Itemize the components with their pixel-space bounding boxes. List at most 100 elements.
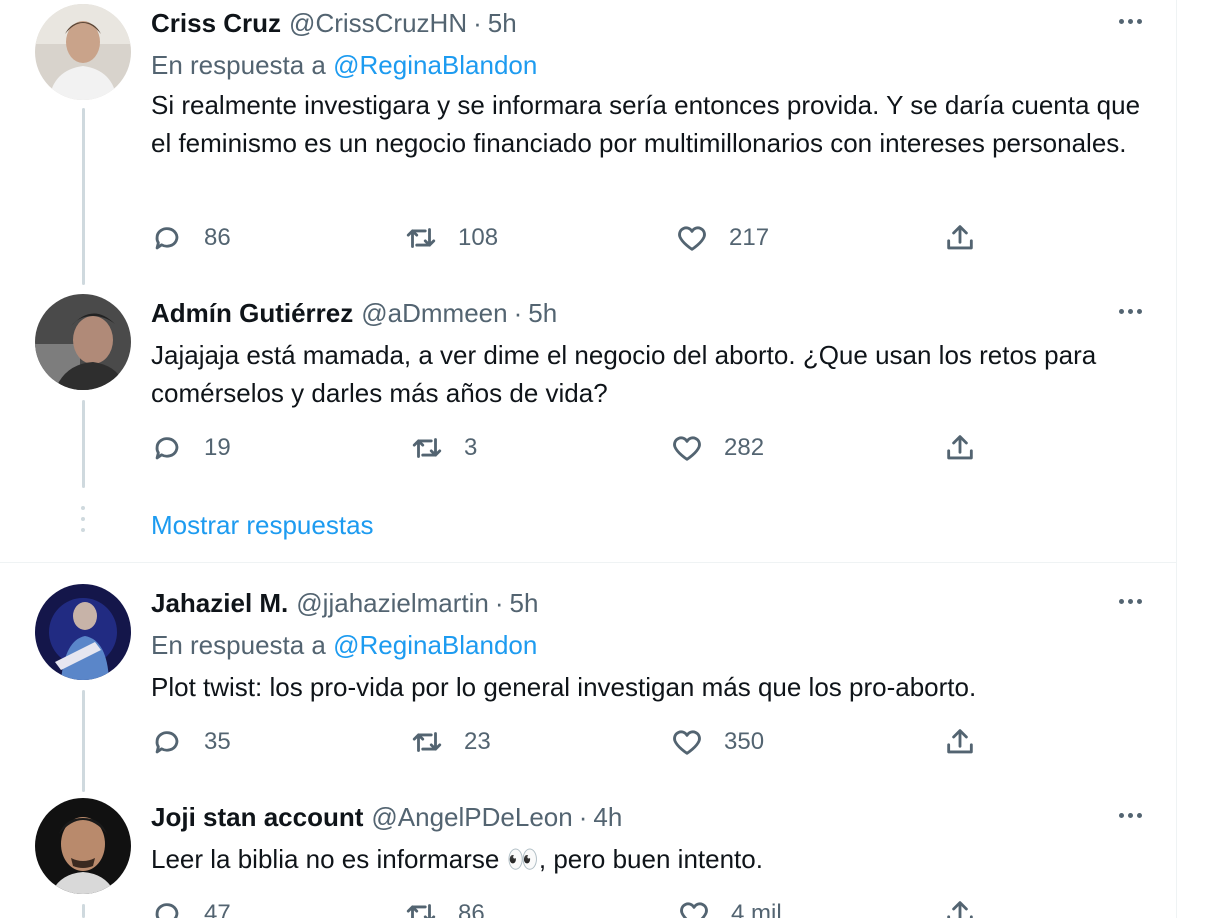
tweet-header: Jahaziel M. @jjahazielmartin · 5h [151, 586, 538, 620]
more-icon[interactable] [1110, 4, 1150, 38]
more-icon[interactable] [1110, 798, 1150, 832]
avatar-image [35, 584, 131, 680]
show-replies-link[interactable]: Mostrar respuestas [151, 508, 374, 542]
timestamp[interactable]: 5h [510, 588, 539, 618]
like-count: 282 [724, 434, 765, 461]
share-button[interactable] [943, 894, 977, 918]
avatar[interactable] [35, 798, 131, 894]
tweet-actions: 19 3 282 [150, 428, 1010, 468]
reply-button[interactable]: 19 [150, 428, 231, 468]
reply-count: 47 [204, 900, 231, 918]
thread-line [82, 400, 85, 488]
heart-icon [680, 902, 708, 918]
tweet[interactable]: Criss Cruz @CrissCruzHN · 5h En respuesta a… [0, 0, 1177, 285]
more-icon[interactable] [1110, 294, 1150, 328]
tweet-header: Criss Cruz @CrissCruzHN · 5h [151, 6, 517, 40]
reply-count: 86 [204, 224, 231, 251]
tweet-actions: 35 23 350 [150, 722, 1010, 762]
reply-context: En respuesta a @ReginaBlandon [151, 628, 537, 662]
reply-icon [155, 227, 179, 250]
retweet-button[interactable]: 23 [410, 722, 491, 762]
like-button[interactable]: 282 [670, 428, 764, 468]
reply-count: 35 [204, 728, 231, 755]
tweet-actions: 86 108 217 [150, 218, 1010, 258]
heart-icon [673, 730, 701, 755]
page-margin [1177, 0, 1223, 918]
separator-dot: · [578, 802, 588, 832]
retweet-icon [412, 732, 442, 752]
display-name[interactable]: Admín Gutiérrez [151, 298, 353, 328]
tweet[interactable]: Joji stan account @AngelPDeLeon · 4h Leer l… [0, 796, 1177, 918]
reply-mention-link[interactable]: @ReginaBlandon [333, 630, 537, 660]
retweet-count: 23 [464, 728, 491, 755]
tweet-text: Plot twist: los pro-vida por lo general … [151, 672, 977, 702]
timestamp[interactable]: 5h [488, 8, 517, 38]
share-icon [947, 901, 973, 918]
display-name[interactable]: Joji stan account [151, 802, 363, 832]
separator-dot: · [473, 8, 482, 38]
share-button[interactable] [943, 428, 977, 468]
reply-icon [155, 731, 179, 754]
timestamp[interactable]: 5h [528, 298, 557, 328]
separator-dot: · [513, 298, 523, 328]
like-count: 217 [729, 224, 770, 251]
thread-line [82, 904, 85, 918]
share-icon [947, 435, 973, 460]
username[interactable]: @jjahazielmartin [296, 588, 489, 618]
reply-icon [155, 903, 179, 918]
thread-line [82, 690, 85, 792]
username[interactable]: @AngelPDeLeon [371, 802, 572, 832]
retweet-icon [406, 904, 436, 918]
like-button[interactable]: 4 mil [677, 894, 782, 918]
display-name[interactable]: Criss Cruz [151, 8, 281, 38]
reply-mention-link[interactable]: @ReginaBlandon [333, 50, 537, 80]
retweet-icon [412, 438, 442, 458]
reply-prefix: En respuesta a [151, 50, 326, 80]
retweet-count: 108 [458, 224, 499, 251]
reply-icon [155, 437, 179, 460]
reply-prefix: En respuesta a [151, 630, 326, 660]
avatar[interactable] [35, 4, 131, 100]
retweet-count: 86 [458, 900, 485, 918]
tweet-text: Leer la biblia no es informarse 👀, pero … [151, 844, 763, 874]
reply-context: En respuesta a @ReginaBlandon [151, 48, 537, 82]
retweet-button[interactable]: 86 [404, 894, 485, 918]
thread-divider [0, 562, 1177, 563]
share-icon [947, 225, 973, 250]
like-button[interactable]: 350 [670, 722, 764, 762]
username[interactable]: @CrissCruzHN [289, 8, 467, 38]
reply-button[interactable]: 47 [150, 894, 231, 918]
timestamp[interactable]: 4h [593, 802, 622, 832]
tweet-header: Joji stan account @AngelPDeLeon · 4h [151, 800, 622, 834]
tweet-actions: 47 86 4 mil [150, 894, 1010, 918]
tweet-text: Jajajaja está mamada, a ver dime el nego… [151, 340, 1097, 408]
like-count: 350 [724, 728, 765, 755]
separator-dot: · [494, 588, 504, 618]
tweet-header: Admín Gutiérrez @aDmmeen · 5h [151, 296, 557, 330]
tweet-text: Si realmente investigara y se informara … [151, 90, 1141, 158]
thread-continuation-dots [80, 506, 86, 539]
tweet-timeline: Criss Cruz @CrissCruzHN · 5h En respuesta a… [0, 0, 1177, 918]
retweet-icon [406, 228, 436, 248]
more-icon[interactable] [1110, 584, 1150, 618]
reply-count: 19 [204, 434, 231, 461]
like-count: 4 mil [731, 900, 782, 918]
username[interactable]: @aDmmeen [361, 298, 507, 328]
share-button[interactable] [943, 722, 977, 762]
retweet-count: 3 [464, 434, 478, 461]
display-name[interactable]: Jahaziel M. [151, 588, 288, 618]
retweet-button[interactable]: 3 [410, 428, 477, 468]
thread-line [82, 108, 85, 285]
retweet-button[interactable]: 108 [404, 218, 498, 258]
reply-button[interactable]: 86 [150, 218, 231, 258]
tweet[interactable]: Jahaziel M. @jjahazielmartin · 5h En respue… [0, 582, 1177, 792]
tweet[interactable]: Admín Gutiérrez @aDmmeen · 5h Jajajaja está… [0, 292, 1177, 562]
avatar-image [35, 4, 131, 100]
avatar[interactable] [35, 584, 131, 680]
reply-button[interactable]: 35 [150, 722, 231, 762]
heart-icon [678, 226, 706, 251]
heart-icon [673, 436, 701, 461]
avatar[interactable] [35, 294, 131, 390]
share-button[interactable] [943, 218, 977, 258]
like-button[interactable]: 217 [675, 218, 769, 258]
